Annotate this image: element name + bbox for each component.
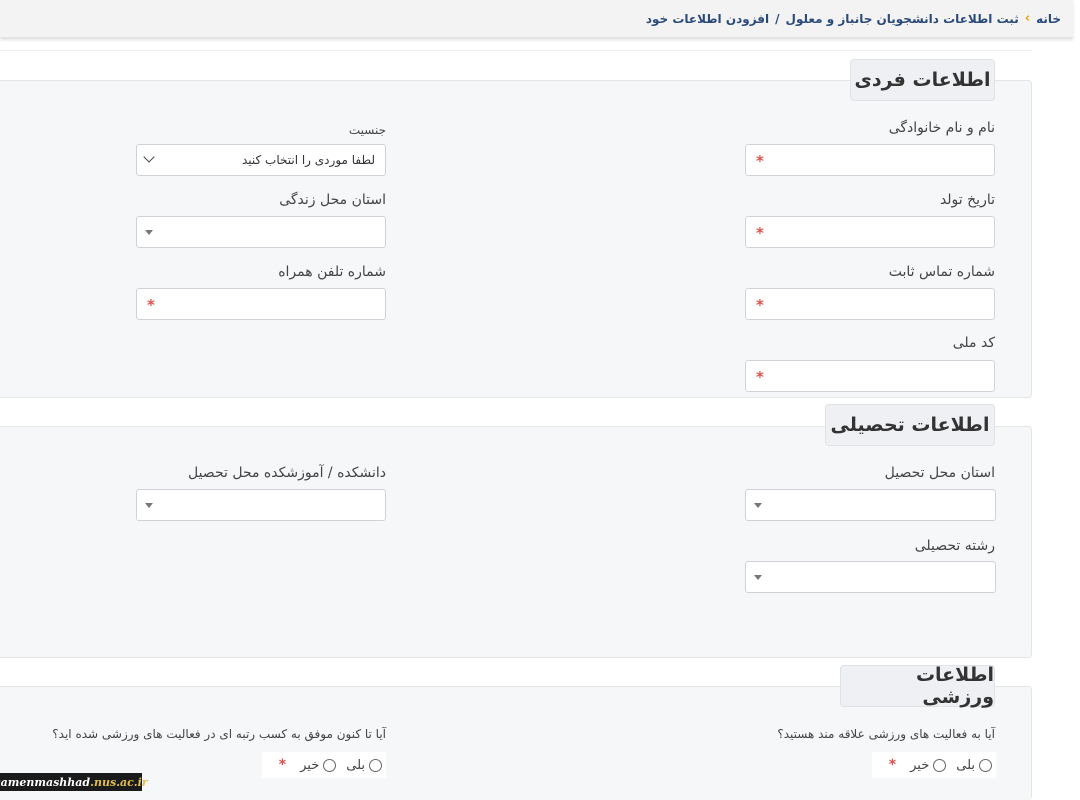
- gender-select-value: لطفا موردی را انتخاب کنید: [241, 153, 375, 167]
- breadcrumb-item-current: افزودن اطلاعات خود: [645, 11, 770, 26]
- sports-achievement-question: آیا تا کنون موفق به کسب رتبه ای در فعالی…: [52, 727, 386, 741]
- sports-achievement-radio-group: بلی خیر *: [262, 752, 386, 778]
- required-mark: *: [278, 757, 287, 773]
- chevron-left-icon: ›: [1024, 11, 1031, 26]
- required-mark: *: [756, 152, 764, 170]
- required-mark: *: [756, 296, 764, 314]
- education-info-section: [0, 426, 1032, 658]
- required-mark: *: [888, 757, 897, 773]
- watermark-domain: .nus.ac.ir: [90, 775, 148, 789]
- birth-date-label: تاریخ تولد: [939, 192, 995, 208]
- province-select[interactable]: [136, 216, 386, 248]
- yes-label: بلی: [956, 757, 975, 773]
- major-select[interactable]: [745, 561, 996, 593]
- national-code-input[interactable]: *: [745, 360, 995, 392]
- breadcrumb-item-register[interactable]: ثبت اطلاعات دانشجویان جانباز و معلول: [786, 12, 1019, 26]
- site-watermark: samenmashhad .nus.ac.ir: [0, 773, 148, 791]
- major-label: رشته تحصیلی: [914, 538, 995, 554]
- sports-achievement-yes[interactable]: بلی: [346, 758, 386, 773]
- watermark-site: samenmashhad: [0, 775, 91, 789]
- required-mark: *: [147, 296, 155, 314]
- radio-button[interactable]: [323, 758, 337, 772]
- national-code-label: کد ملی: [952, 335, 995, 351]
- chevron-down-icon: [143, 151, 155, 163]
- mobile-label: شماره تلفن همراه: [278, 264, 386, 280]
- gender-label: جنسیت: [348, 123, 386, 137]
- study-province-label: استان محل تحصیل: [884, 465, 995, 481]
- breadcrumb-home[interactable]: خانه: [1036, 12, 1061, 26]
- personal-info-legend: اطلاعات فردی: [850, 59, 995, 101]
- faculty-select[interactable]: [136, 489, 386, 521]
- education-info-legend: اطلاعات تحصیلی: [825, 404, 995, 446]
- sports-interest-yes[interactable]: بلی: [956, 758, 996, 773]
- sports-info-legend: اطلاعات ورزشی: [840, 664, 995, 708]
- required-mark: *: [756, 368, 764, 386]
- yes-label: بلی: [346, 757, 365, 773]
- mobile-input[interactable]: *: [136, 288, 386, 320]
- radio-button[interactable]: [979, 758, 992, 772]
- caret-down-icon: [145, 230, 153, 235]
- province-label: استان محل زندگی: [279, 192, 386, 208]
- full-name-input[interactable]: *: [745, 144, 995, 176]
- radio-button[interactable]: [369, 758, 382, 772]
- breadcrumb-separator: /: [775, 11, 780, 26]
- landline-label: شماره تماس ثابت: [888, 264, 995, 280]
- caret-down-icon: [754, 503, 762, 508]
- sports-interest-no[interactable]: خیر: [910, 758, 950, 773]
- sports-achievement-no[interactable]: خیر: [300, 758, 340, 773]
- gender-select[interactable]: لطفا موردی را انتخاب کنید: [136, 144, 386, 176]
- breadcrumb: خانه › ثبت اطلاعات دانشجویان جانباز و مع…: [0, 0, 1073, 38]
- caret-down-icon: [754, 575, 762, 580]
- full-name-label: نام و نام خانوادگی: [888, 120, 995, 136]
- faculty-label: دانشکده / آموزشکده محل تحصیل: [187, 465, 386, 481]
- no-label: خیر: [910, 757, 930, 773]
- required-mark: *: [756, 224, 764, 242]
- no-label: خیر: [300, 757, 320, 773]
- radio-button[interactable]: [933, 758, 947, 772]
- birth-date-input[interactable]: *: [745, 216, 995, 248]
- sports-interest-radio-group: بلی خیر *: [872, 752, 996, 778]
- sports-interest-question: آیا به فعالیت های ورزشی علاقه مند هستید؟: [777, 727, 995, 741]
- divider: [0, 50, 1032, 54]
- landline-input[interactable]: *: [745, 288, 995, 320]
- study-province-select[interactable]: [745, 489, 996, 521]
- caret-down-icon: [145, 503, 153, 508]
